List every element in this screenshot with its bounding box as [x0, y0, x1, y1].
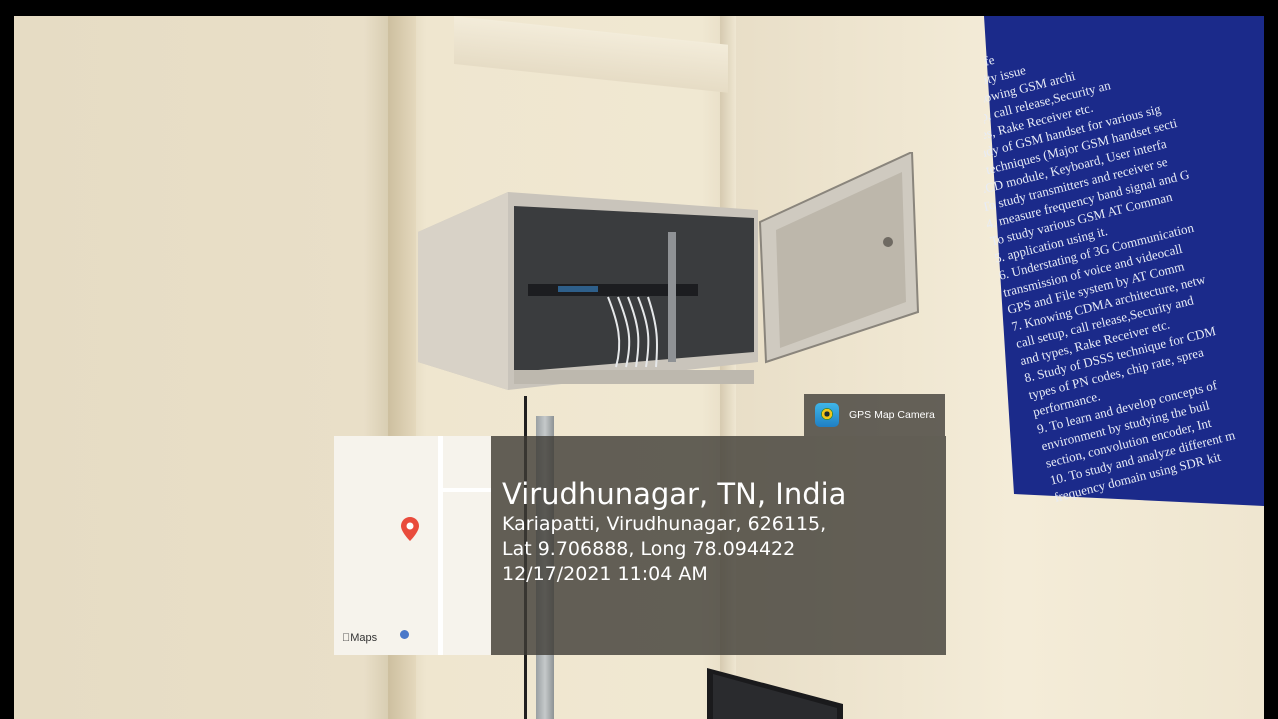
coordinates-line: Lat 9.706888, Long 78.094422 [502, 538, 796, 560]
screenshot-frame: 1. Interfe Capacity issue2. Knowing GSM … [0, 0, 1278, 719]
gps-app-name: GPS Map Camera [849, 409, 935, 421]
map-thumbnail: Maps [334, 436, 491, 655]
photo: 1. Interfe Capacity issue2. Knowing GSM … [14, 16, 1264, 719]
computer-monitor [707, 668, 843, 719]
ceiling-ledge [454, 16, 728, 93]
location-title: Virudhunagar, TN, India [502, 477, 847, 511]
lab-poster: 1. Interfe Capacity issue2. Knowing GSM … [984, 16, 1264, 506]
map-road [442, 488, 491, 492]
map-road [438, 436, 443, 655]
location-info: Virudhunagar, TN, India Kariapatti, Viru… [502, 476, 846, 587]
cabinet-door [758, 152, 920, 364]
network-rack-cabinet [418, 192, 758, 390]
location-overlay: Maps Virudhunagar, TN, India Kariapatti… [334, 436, 946, 655]
camera-lens-icon [815, 403, 839, 427]
datetime-line: 12/17/2021 11:04 AM [502, 563, 708, 585]
address-line: Kariapatti, Virudhunagar, 626115, [502, 513, 827, 535]
map-pin-icon [401, 517, 419, 541]
maps-attribution: Maps [342, 632, 377, 644]
legal-info-icon [400, 630, 409, 639]
gps-app-badge: GPS Map Camera [804, 394, 945, 436]
apple-logo-icon:  [342, 632, 350, 644]
